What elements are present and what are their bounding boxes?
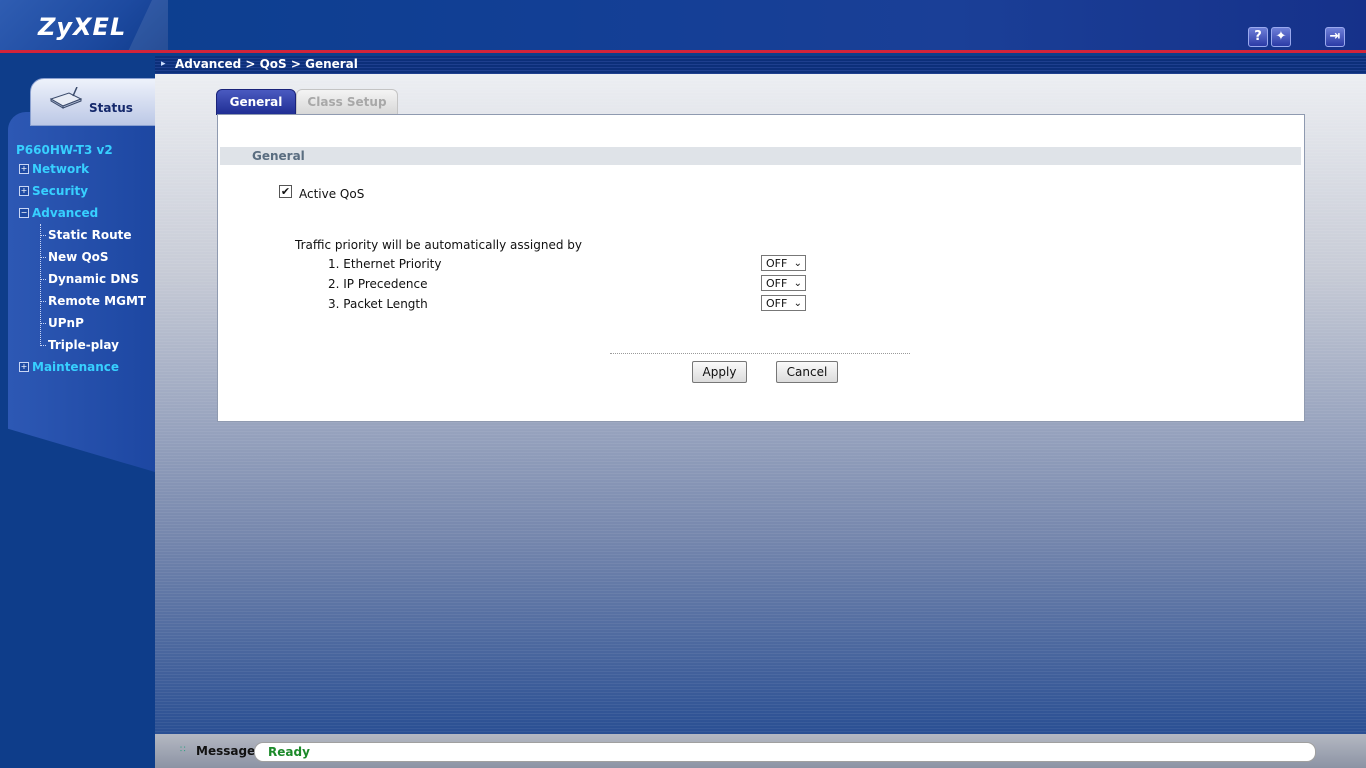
packet-length-label: 3. Packet Length [328, 297, 428, 311]
active-qos-checkbox[interactable]: ✔ [279, 185, 292, 198]
nav-item-network[interactable]: Network [32, 162, 89, 176]
tree-tick [40, 301, 46, 302]
ethernet-priority-select[interactable]: OFF ⌄ [761, 255, 806, 271]
logo-area: ZyXEL [0, 0, 168, 50]
breadcrumb: Advanced > QoS > General [175, 57, 358, 71]
device-model: P660HW-T3 v2 [16, 143, 113, 157]
nav-item-maintenance[interactable]: Maintenance [32, 360, 119, 374]
message-field [254, 742, 1316, 762]
collapse-icon[interactable]: − [19, 208, 29, 218]
ip-precedence-label: 2. IP Precedence [328, 277, 428, 291]
packet-length-value: OFF [766, 297, 788, 310]
packet-length-select[interactable]: OFF ⌄ [761, 295, 806, 311]
section-title: General [252, 149, 305, 163]
status-label: Status [89, 101, 133, 115]
nav-item-security[interactable]: Security [32, 184, 88, 198]
tab-class-setup[interactable]: Class Setup [296, 89, 398, 115]
expand-icon[interactable]: + [19, 164, 29, 174]
message-label: Message [196, 744, 256, 758]
chevron-down-icon: ⌄ [793, 258, 802, 269]
ip-precedence-value: OFF [766, 277, 788, 290]
ethernet-priority-label: 1. Ethernet Priority [328, 257, 442, 271]
button-divider [610, 353, 910, 354]
nav-item-remote-mgmt[interactable]: Remote MGMT [48, 294, 146, 308]
breadcrumb-bar: ▸ Advanced > QoS > General [155, 56, 1366, 74]
ip-precedence-select[interactable]: OFF ⌄ [761, 275, 806, 291]
cancel-button[interactable]: Cancel [776, 361, 838, 383]
active-qos-label: Active QoS [299, 187, 365, 201]
section-header [220, 147, 1301, 165]
tree-tick [40, 323, 46, 324]
nav-item-static-route[interactable]: Static Route [48, 228, 132, 242]
message-value: Ready [268, 745, 310, 759]
top-header: ZyXEL [0, 0, 1366, 50]
nav-item-upnp[interactable]: UPnP [48, 316, 84, 330]
tree-tick [40, 235, 46, 236]
nav-item-triple-play[interactable]: Triple-play [48, 338, 119, 352]
tree-tick [40, 345, 46, 346]
help-icon[interactable]: ? [1248, 27, 1268, 47]
message-icon: ∷ [180, 745, 186, 755]
expand-icon[interactable]: + [19, 362, 29, 372]
expand-icon[interactable]: + [19, 186, 29, 196]
nav-item-dynamic-dns[interactable]: Dynamic DNS [48, 272, 139, 286]
status-tab[interactable]: Status [30, 78, 156, 126]
apply-button[interactable]: Apply [692, 361, 747, 383]
tab-general[interactable]: General [216, 89, 296, 115]
nav-item-new-qos[interactable]: New QoS [48, 250, 109, 264]
tree-tick [40, 279, 46, 280]
ethernet-priority-value: OFF [766, 257, 788, 270]
tree-tick [40, 257, 46, 258]
brand-logo: ZyXEL [38, 13, 127, 41]
chevron-down-icon: ⌄ [793, 278, 802, 289]
chevron-down-icon: ⌄ [793, 298, 802, 309]
nav-item-advanced[interactable]: Advanced [32, 206, 98, 220]
priority-intro-text: Traffic priority will be automatically a… [295, 238, 582, 252]
wizard-icon[interactable]: ✦ [1271, 27, 1291, 47]
router-icon [49, 87, 83, 109]
header-accent-line [0, 50, 1366, 53]
breadcrumb-arrow-icon: ▸ [161, 59, 166, 69]
tree-connector [40, 224, 41, 346]
logout-icon[interactable]: ⇥ [1325, 27, 1345, 47]
